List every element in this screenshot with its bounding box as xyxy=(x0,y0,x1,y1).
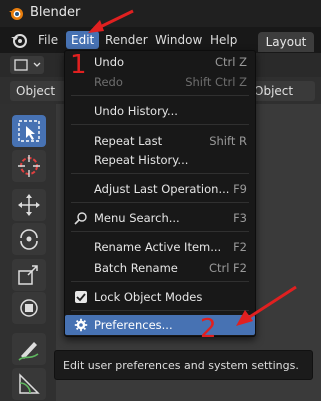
window-titlebar: Blender xyxy=(0,0,321,27)
undo-shortcut: Ctrl Z xyxy=(215,55,247,69)
repeat-last-shortcut: Shift R xyxy=(209,134,247,148)
annotate-icon xyxy=(18,342,39,361)
undo-label: Undo xyxy=(94,55,125,69)
menu-item-undo[interactable]: Undo Ctrl Z xyxy=(65,52,255,72)
cursor-icon xyxy=(18,155,40,177)
menu-item-adjust-last-operation[interactable]: Adjust Last Operation... F9 xyxy=(65,179,255,199)
menu-item-menu-search[interactable]: Menu Search... F3 xyxy=(65,208,255,228)
tool-move[interactable] xyxy=(12,189,46,221)
tool-cursor[interactable] xyxy=(12,150,46,182)
menu-edit[interactable]: Edit xyxy=(66,31,100,49)
menu-item-lock-object-modes[interactable]: Lock Object Modes xyxy=(65,287,255,307)
blender-app-icon xyxy=(9,8,23,20)
menu-separator xyxy=(71,202,249,203)
edit-menu-dropdown: Undo Ctrl Z Redo Shift Ctrl Z Undo Histo… xyxy=(64,50,256,337)
menu-separator xyxy=(71,281,249,282)
rename-active-label: Rename Active Item... xyxy=(94,240,222,254)
menu-help[interactable]: Help xyxy=(210,31,237,49)
menu-item-redo[interactable]: Redo Shift Ctrl Z xyxy=(65,72,255,92)
menu-search-label: Menu Search... xyxy=(94,211,180,225)
measure-icon xyxy=(19,373,40,394)
redo-label: Redo xyxy=(94,75,123,89)
repeat-last-label: Repeat Last xyxy=(94,134,163,148)
mode-dropdown[interactable]: Object xyxy=(10,81,71,101)
checkmark-icon xyxy=(76,293,86,302)
menu-separator xyxy=(71,310,249,311)
annotation-step-1: 1 xyxy=(70,50,87,80)
select-box-icon xyxy=(18,120,40,142)
menu-item-repeat-history[interactable]: Repeat History... xyxy=(65,150,255,170)
menu-render[interactable]: Render xyxy=(105,31,148,49)
menu-item-preferences[interactable]: Preferences... xyxy=(65,315,255,335)
blender-logo-icon[interactable] xyxy=(10,31,28,49)
adjust-last-label: Adjust Last Operation... xyxy=(94,182,230,196)
rotate-icon xyxy=(20,229,38,250)
tool-transform[interactable] xyxy=(12,292,46,324)
workspace-tab-layout[interactable]: Layout xyxy=(258,32,314,52)
transform-icon xyxy=(20,299,38,317)
menu-separator xyxy=(71,173,249,174)
window-title: Blender xyxy=(30,5,81,20)
search-icon xyxy=(74,212,87,225)
tool-measure[interactable] xyxy=(12,368,46,400)
scale-icon xyxy=(18,265,38,285)
lock-object-modes-checkbox[interactable] xyxy=(75,291,87,303)
menu-item-repeat-last[interactable]: Repeat Last Shift R xyxy=(65,131,255,151)
editor-type-icon xyxy=(14,59,41,71)
tool-select-box[interactable] xyxy=(12,115,46,147)
menu-window[interactable]: Window xyxy=(155,31,202,49)
menu-item-batch-rename[interactable]: Batch Rename Ctrl F2 xyxy=(65,258,255,278)
redo-shortcut: Shift Ctrl Z xyxy=(185,75,247,89)
menu-search-shortcut: F3 xyxy=(233,211,247,225)
menu-separator xyxy=(71,95,249,96)
preferences-tooltip: Edit user preferences and system setting… xyxy=(54,350,313,380)
tool-shelf xyxy=(8,110,54,401)
preferences-label: Preferences... xyxy=(94,318,173,332)
gear-icon xyxy=(74,318,88,332)
tool-annotate[interactable] xyxy=(12,333,46,365)
batch-rename-label: Batch Rename xyxy=(94,261,178,275)
annotation-step-2: 2 xyxy=(200,314,217,344)
menu-file[interactable]: File xyxy=(38,31,58,49)
tool-rotate[interactable] xyxy=(12,223,46,255)
tool-scale[interactable] xyxy=(12,259,46,291)
menu-separator xyxy=(71,231,249,232)
move-icon xyxy=(18,194,40,216)
repeat-history-label: Repeat History... xyxy=(94,153,189,167)
menu-item-undo-history[interactable]: Undo History... xyxy=(65,101,255,121)
lock-object-modes-label: Lock Object Modes xyxy=(94,290,203,304)
rename-active-shortcut: F2 xyxy=(233,240,247,254)
editor-type-button[interactable] xyxy=(10,56,44,74)
batch-rename-shortcut: Ctrl F2 xyxy=(208,261,247,275)
adjust-last-shortcut: F9 xyxy=(233,182,247,196)
menu-item-rename-active[interactable]: Rename Active Item... F2 xyxy=(65,237,255,257)
undo-history-label: Undo History... xyxy=(94,104,178,118)
menu-separator xyxy=(71,124,249,125)
